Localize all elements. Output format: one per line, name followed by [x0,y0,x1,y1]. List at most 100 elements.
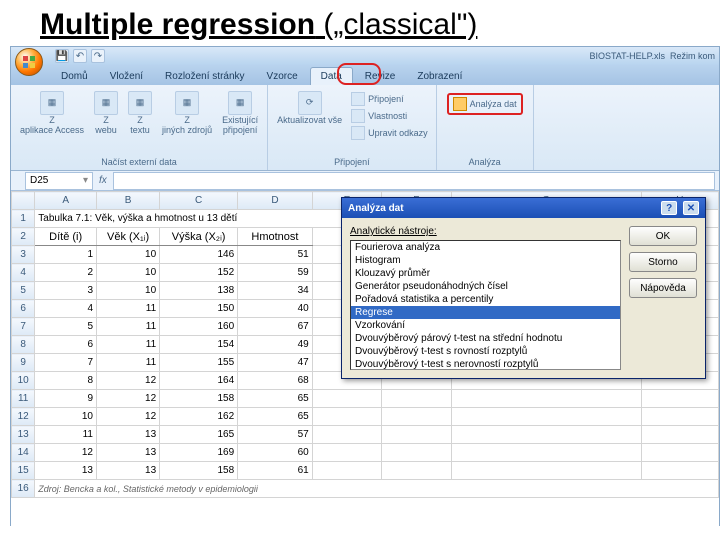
data-cell[interactable]: 10 [97,264,160,282]
row-header[interactable]: 9 [12,354,35,372]
data-cell[interactable]: 10 [35,408,97,426]
tab-zobrazení[interactable]: Zobrazení [407,68,472,85]
ribbon-button[interactable]: ▦Ztextu [125,89,155,138]
row-header[interactable]: 14 [12,444,35,462]
data-cell[interactable]: 65 [238,390,313,408]
data-cell[interactable]: 47 [238,354,313,372]
footnote-cell[interactable]: Zdroj: Bencka a kol., Statistické metody… [35,480,719,498]
data-cell[interactable]: 10 [97,282,160,300]
tool-list-item[interactable]: Dvouvýběrový párový t-test na střední ho… [351,332,620,345]
tool-list-item[interactable]: Histogram [351,254,620,267]
tool-list-item[interactable]: Fourierova analýza [351,241,620,254]
data-cell[interactable]: 68 [238,372,313,390]
data-cell[interactable]: 162 [160,408,238,426]
fx-icon[interactable]: fx [99,175,107,186]
data-cell[interactable]: 4 [35,300,97,318]
data-cell[interactable]: 6 [35,336,97,354]
tool-list-item[interactable]: Vzorkování [351,319,620,332]
refresh-all-button[interactable]: ⟳ Aktualizovat vše [274,89,345,128]
data-cell[interactable]: 11 [97,354,160,372]
data-cell[interactable]: 65 [238,408,313,426]
row-header[interactable]: 5 [12,282,35,300]
row-header[interactable]: 13 [12,426,35,444]
tab-data[interactable]: Data [310,67,353,85]
ribbon-mini-button[interactable]: Vlastnosti [349,108,430,124]
data-cell[interactable]: 57 [238,426,313,444]
data-cell[interactable]: 11 [97,318,160,336]
save-icon[interactable]: 💾 [55,49,69,63]
ribbon-button[interactable]: ▦Zwebu [91,89,121,138]
row-header[interactable]: 7 [12,318,35,336]
row-header[interactable]: 12 [12,408,35,426]
row-header[interactable]: 4 [12,264,35,282]
data-cell[interactable]: 10 [97,246,160,264]
office-button[interactable] [15,48,43,76]
data-cell[interactable]: 2 [35,264,97,282]
tool-list-item[interactable]: Regrese [351,306,620,319]
data-cell[interactable]: 12 [35,444,97,462]
column-header[interactable]: C [160,192,238,210]
data-cell[interactable]: 158 [160,462,238,480]
tab-vzorce[interactable]: Vzorce [257,68,308,85]
data-cell[interactable]: 5 [35,318,97,336]
data-cell[interactable]: 1 [35,246,97,264]
ribbon-button[interactable]: ▦Zjiných zdrojů [159,89,215,138]
data-cell[interactable]: 11 [97,336,160,354]
data-cell[interactable]: 40 [238,300,313,318]
tab-domů[interactable]: Domů [51,68,98,85]
data-cell[interactable]: 7 [35,354,97,372]
data-cell[interactable]: 158 [160,390,238,408]
tab-revize[interactable]: Revize [355,68,406,85]
row-header[interactable]: 16 [12,480,35,498]
tool-list-item[interactable]: Dvouvýběrový t-test s rovností rozptylů [351,345,620,358]
data-column-header[interactable]: Výška (X₂ᵢ) [160,228,238,246]
tool-list-item[interactable]: Generátor pseudonáhodných čísel [351,280,620,293]
data-cell[interactable]: 12 [97,372,160,390]
row-header[interactable]: 10 [12,372,35,390]
ribbon-mini-button[interactable]: Upravit odkazy [349,125,430,141]
data-cell[interactable]: 164 [160,372,238,390]
ok-button[interactable]: OK [629,226,697,246]
data-cell[interactable]: 34 [238,282,313,300]
data-cell[interactable]: 8 [35,372,97,390]
data-cell[interactable]: 165 [160,426,238,444]
row-header[interactable]: 11 [12,390,35,408]
row-header[interactable]: 3 [12,246,35,264]
column-header[interactable]: D [238,192,313,210]
tool-list-item[interactable]: Dvouvýběrový t-test s nerovností rozptyl… [351,358,620,370]
formula-bar[interactable] [113,172,715,190]
data-cell[interactable]: 3 [35,282,97,300]
data-cell[interactable]: 152 [160,264,238,282]
row-header[interactable]: 1 [12,210,35,228]
data-cell[interactable]: 9 [35,390,97,408]
column-header[interactable]: A [35,192,97,210]
data-column-header[interactable]: Věk (X₁ᵢ) [97,228,160,246]
worksheet-grid[interactable]: ABCDEFGH 1Tabulka 7.1: Věk, výška a hmot… [11,191,719,531]
cancel-button[interactable]: Storno [629,252,697,272]
data-cell[interactable]: 160 [160,318,238,336]
data-cell[interactable]: 11 [35,426,97,444]
tab-vložení[interactable]: Vložení [100,68,153,85]
data-cell[interactable]: 13 [35,462,97,480]
data-cell[interactable]: 150 [160,300,238,318]
data-cell[interactable]: 49 [238,336,313,354]
data-cell[interactable]: 12 [97,408,160,426]
data-cell[interactable]: 59 [238,264,313,282]
data-cell[interactable]: 61 [238,462,313,480]
name-box[interactable]: D25 ▾ [25,172,93,190]
row-header[interactable]: 6 [12,300,35,318]
tool-list-item[interactable]: Pořadová statistika a percentily [351,293,620,306]
row-header[interactable]: 8 [12,336,35,354]
data-cell[interactable]: 155 [160,354,238,372]
data-cell[interactable]: 146 [160,246,238,264]
tool-list-item[interactable]: Klouzavý průměr [351,267,620,280]
redo-icon[interactable]: ↷ [91,49,105,63]
data-cell[interactable]: 138 [160,282,238,300]
data-column-header[interactable]: Dítě (i) [35,228,97,246]
tab-rozložení stránky[interactable]: Rozložení stránky [155,68,254,85]
undo-icon[interactable]: ↶ [73,49,87,63]
help-icon[interactable]: ? [661,201,677,215]
data-cell[interactable]: 13 [97,426,160,444]
row-header[interactable]: 15 [12,462,35,480]
column-header[interactable]: B [97,192,160,210]
